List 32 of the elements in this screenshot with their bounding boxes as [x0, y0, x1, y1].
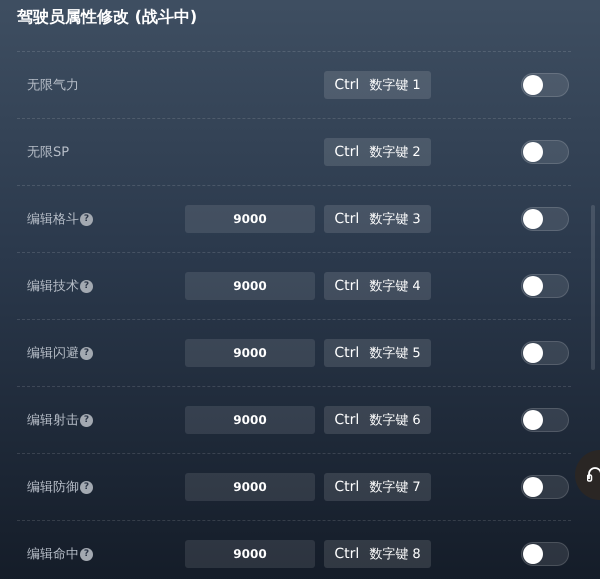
section-title: 驾驶员属性修改 (战斗中) [17, 7, 198, 28]
setting-label: 编辑闪避 [27, 345, 79, 362]
setting-label: 编辑射击 [27, 412, 79, 429]
help-icon[interactable]: ? [80, 480, 93, 494]
toggle-switch[interactable] [521, 207, 569, 231]
setting-label: 编辑技术 [27, 278, 79, 295]
help-icon[interactable]: ? [80, 346, 93, 360]
setting-label: 编辑防御 [27, 479, 79, 496]
help-icon[interactable]: ? [80, 548, 93, 560]
toggle-switch[interactable] [521, 542, 569, 566]
setting-label: 编辑格斗 [27, 211, 79, 228]
toggle-switch[interactable] [521, 73, 569, 97]
setting-label: 无限SP [27, 144, 70, 161]
hotkey-badge: Ctrl 数字键 1 [324, 71, 431, 99]
toggle-switch[interactable] [521, 408, 569, 432]
help-icon[interactable]: ? [80, 414, 93, 426]
help-icon[interactable]: ? [80, 280, 93, 292]
hotkey-badge: Ctrl 数字键 7 [324, 473, 431, 501]
toggle-switch[interactable] [521, 274, 569, 298]
help-icon[interactable]: ? [80, 212, 93, 226]
setting-label: 编辑命中 [27, 546, 79, 563]
hotkey-badge: Ctrl 数字键 4 [324, 272, 431, 300]
toggle-switch[interactable] [521, 140, 569, 164]
hotkey-badge: Ctrl 数字键 6 [324, 406, 431, 434]
setting-label: 无限气力 [27, 77, 79, 94]
headset-icon [587, 465, 600, 485]
toggle-switch[interactable] [521, 475, 569, 499]
hotkey-badge: Ctrl 数字键 8 [324, 540, 431, 568]
hotkey-badge: Ctrl 数字键 2 [324, 138, 431, 166]
hotkey-badge: Ctrl 数字键 3 [324, 205, 431, 233]
hotkey-badge: Ctrl 数字键 5 [324, 339, 431, 367]
toggle-switch[interactable] [521, 341, 569, 365]
